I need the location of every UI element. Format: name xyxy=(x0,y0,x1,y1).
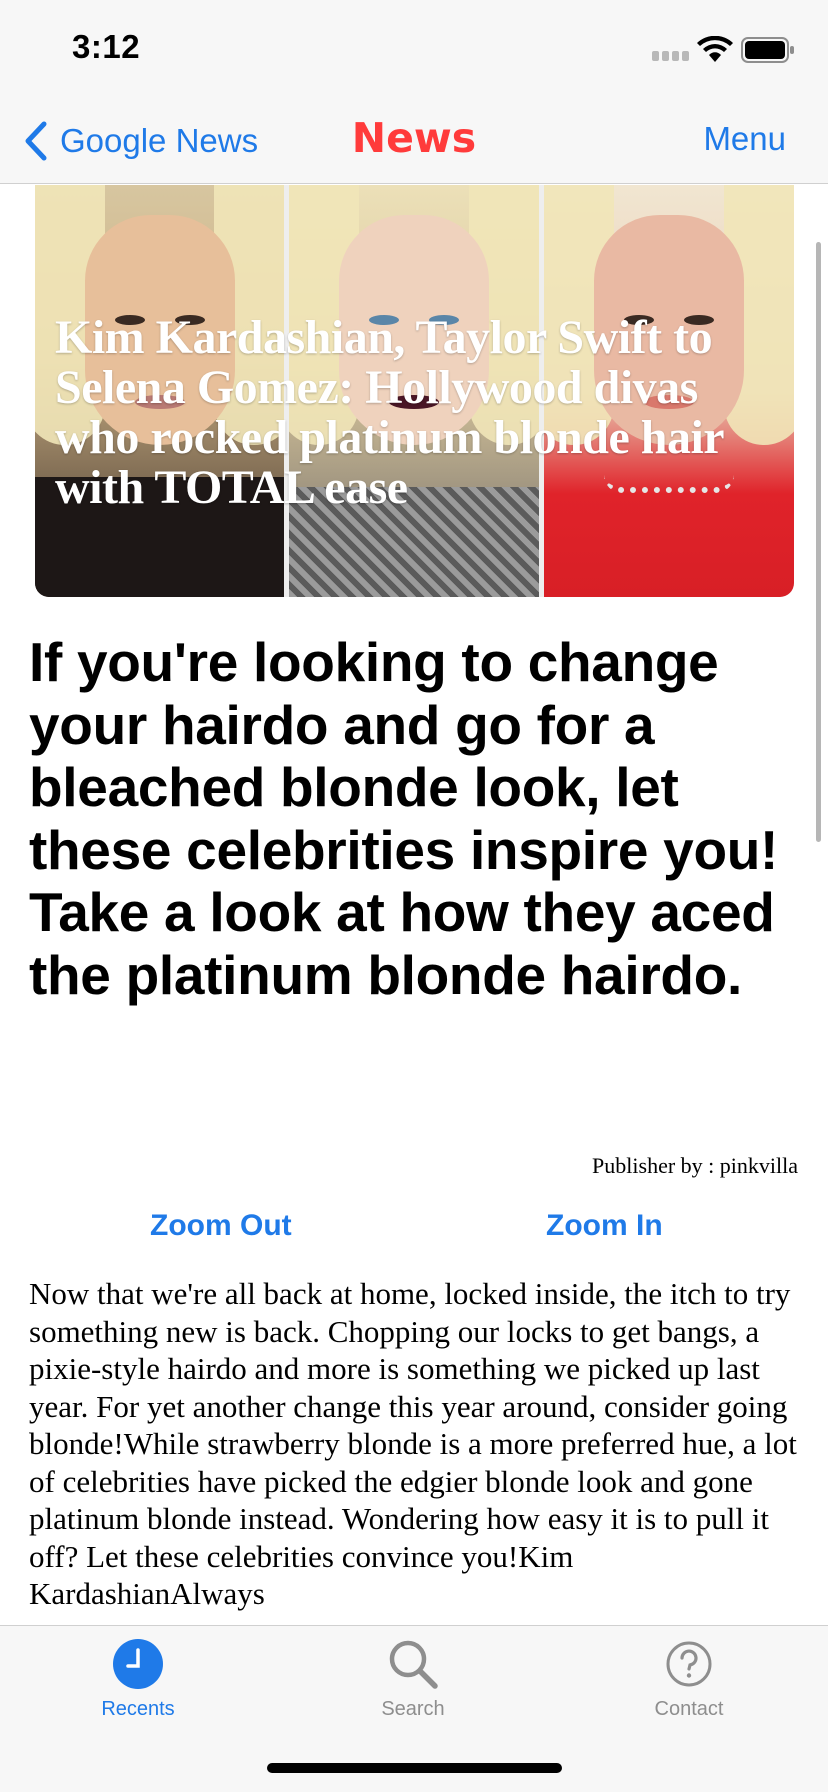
hero-caption: Kim Kardashian, Taylor Swift to Selena G… xyxy=(55,311,724,514)
clock-icon xyxy=(113,1639,163,1689)
menu-button[interactable]: Menu xyxy=(703,120,786,158)
publisher-label: Publisher by : pinkvilla xyxy=(592,1153,798,1178)
screen: 3:12 Google News News Menu Kim Kardashia… xyxy=(0,0,828,1792)
article-headline: If you're looking to change your hairdo … xyxy=(29,631,779,1006)
tab-contact[interactable]: Contact xyxy=(589,1626,789,1736)
hero-image: Kim Kardashian, Taylor Swift to Selena G… xyxy=(35,185,794,597)
home-indicator[interactable] xyxy=(267,1763,562,1773)
back-button-label: Google News xyxy=(60,122,259,159)
zoom-in-button[interactable]: Zoom In xyxy=(546,1209,663,1243)
chevron-left-icon xyxy=(25,121,47,161)
navigation-bar: Google News News Menu xyxy=(0,100,828,184)
wifi-icon xyxy=(697,36,733,62)
status-time: 3:12 xyxy=(72,28,141,65)
search-icon xyxy=(389,1640,438,1689)
tab-recents-label: Recents xyxy=(101,1698,175,1720)
status-bar: 3:12 xyxy=(0,0,828,100)
cellular-signal-icon xyxy=(652,51,690,61)
tab-recents[interactable]: Recents xyxy=(38,1626,238,1736)
article-content[interactable]: Kim Kardashian, Taylor Swift to Selena G… xyxy=(0,185,828,1625)
back-button[interactable]: Google News xyxy=(22,118,258,164)
question-icon xyxy=(666,1641,712,1687)
tab-search-label: Search xyxy=(381,1698,445,1720)
zoom-out-button[interactable]: Zoom Out xyxy=(150,1209,292,1243)
battery-icon xyxy=(741,37,794,63)
tab-contact-label: Contact xyxy=(654,1698,724,1720)
tab-search[interactable]: Search xyxy=(313,1626,513,1736)
scrollbar[interactable] xyxy=(816,242,821,842)
article-body: Now that we're all back at home, locked … xyxy=(29,1276,797,1611)
